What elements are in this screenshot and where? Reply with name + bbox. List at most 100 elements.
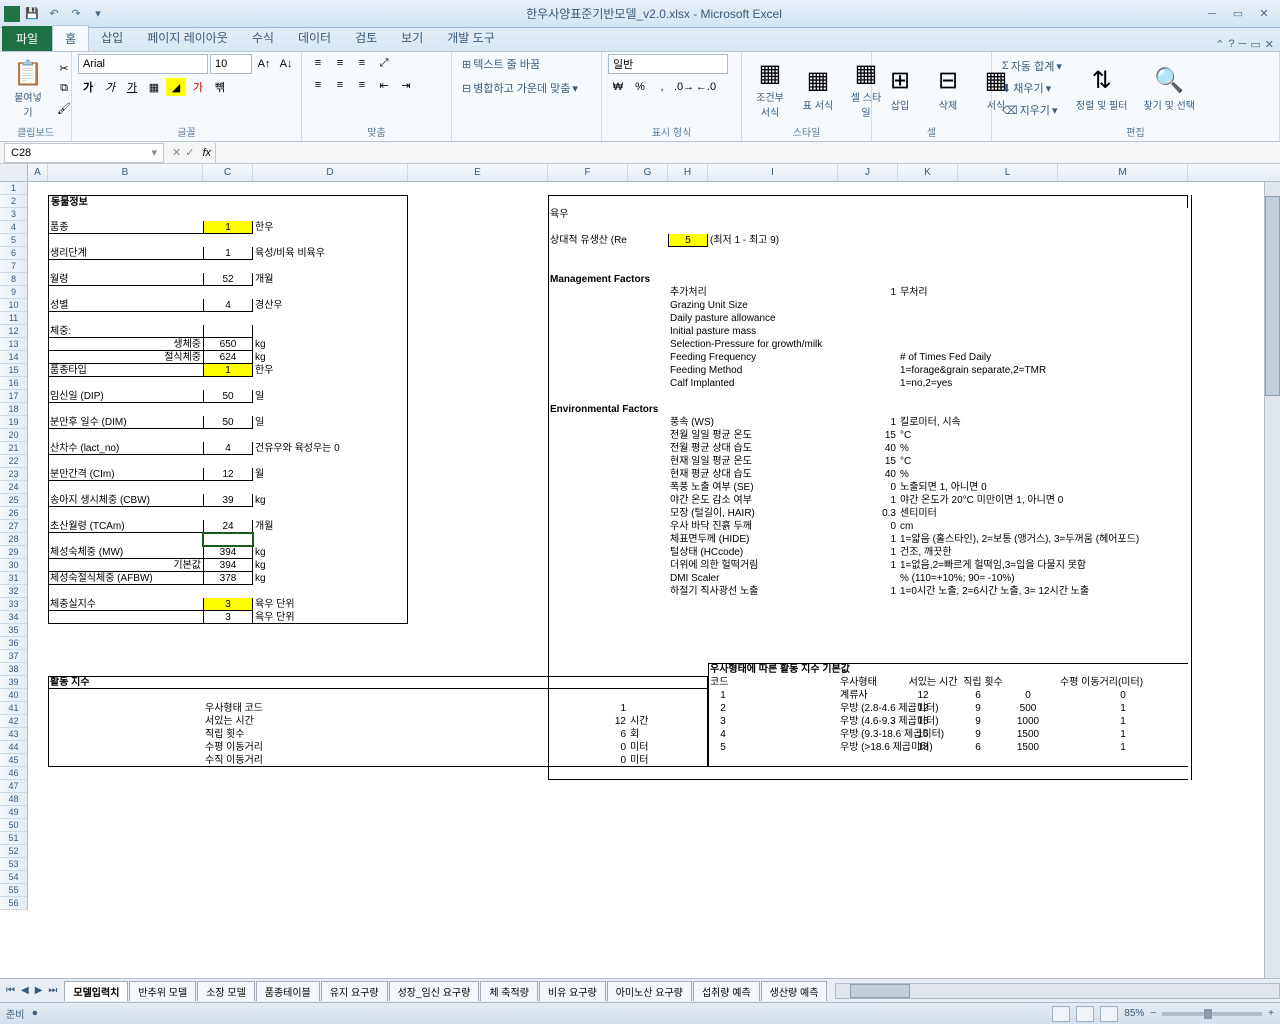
formula-bar[interactable] bbox=[215, 143, 1280, 163]
zoom-level[interactable]: 85% bbox=[1124, 1008, 1144, 1019]
cell-B22[interactable] bbox=[48, 455, 203, 468]
row-header-47[interactable]: 47 bbox=[0, 780, 27, 793]
cell-H43[interactable] bbox=[668, 728, 708, 741]
cell-B15[interactable]: 품종타입 bbox=[48, 364, 203, 377]
cell-F38[interactable] bbox=[548, 663, 628, 676]
cell-F19[interactable] bbox=[548, 416, 628, 429]
cell-D34[interactable]: 육우 단위 bbox=[253, 611, 408, 624]
autosum-button[interactable]: Σ 자동 합계 ▾ bbox=[998, 56, 1066, 76]
cell-C6[interactable]: 1 bbox=[203, 247, 253, 260]
cell-D20[interactable] bbox=[253, 429, 408, 442]
cell-C43[interactable]: 직립 횟수 bbox=[203, 728, 383, 741]
bold-button[interactable]: 가 bbox=[78, 78, 98, 96]
cell-B3[interactable] bbox=[48, 208, 203, 221]
cell-grid[interactable]: 동물정보품종1한우생리단계1육성/비육 비육우월령52개월성별4경산우체중:생체… bbox=[28, 182, 1280, 910]
help-icon[interactable]: ? bbox=[1228, 38, 1234, 51]
col-header-K[interactable]: K bbox=[898, 164, 958, 181]
cell-J27[interactable]: 0 bbox=[838, 520, 898, 533]
cell-H42[interactable] bbox=[668, 715, 708, 728]
dec-decimal-icon[interactable]: ←.0 bbox=[696, 78, 716, 96]
cell-H32[interactable]: 하절기 직사광선 노출 bbox=[668, 585, 848, 598]
currency-icon[interactable]: ₩ bbox=[608, 78, 628, 96]
active-cell[interactable] bbox=[203, 533, 253, 546]
col-header-B[interactable]: B bbox=[48, 164, 203, 181]
cell-G44[interactable]: 미터 bbox=[628, 741, 668, 754]
cell-B29[interactable]: 체성숙체중 (MW) bbox=[48, 546, 203, 559]
row-header-18[interactable]: 18 bbox=[0, 403, 27, 416]
cell-B8[interactable]: 월령 bbox=[48, 273, 203, 286]
row-header-6[interactable]: 6 bbox=[0, 247, 27, 260]
cell-B31[interactable]: 체성숙절식체중 (AFBW) bbox=[48, 572, 203, 585]
cell-H23[interactable]: 현재 평균 상대 습도 bbox=[668, 468, 848, 481]
cell-D32[interactable] bbox=[253, 585, 408, 598]
hscroll-thumb[interactable] bbox=[850, 984, 910, 998]
ribbon-tab-3[interactable]: 수식 bbox=[240, 25, 286, 51]
cell-D11[interactable] bbox=[253, 312, 408, 325]
cell-H5[interactable]: 5 bbox=[668, 234, 708, 247]
sheet-tab-2[interactable]: 소장 모델 bbox=[197, 981, 255, 1001]
row-header-30[interactable]: 30 bbox=[0, 559, 27, 572]
cell-K27[interactable]: cm bbox=[898, 520, 1178, 533]
doc-close-button[interactable]: ✕ bbox=[1265, 38, 1274, 51]
cell-J13[interactable] bbox=[838, 338, 898, 351]
cut-icon[interactable]: ✂ bbox=[54, 59, 74, 77]
inc-decimal-icon[interactable]: .0→ bbox=[674, 78, 694, 96]
fill-color-button[interactable]: ◢ bbox=[166, 78, 186, 96]
cell-C17[interactable]: 50 bbox=[203, 390, 253, 403]
cell-F29[interactable] bbox=[548, 546, 628, 559]
cell-L39[interactable]: 직립 횟수 bbox=[958, 676, 1008, 689]
row-header-33[interactable]: 33 bbox=[0, 598, 27, 611]
cell-K13[interactable] bbox=[898, 338, 1118, 351]
minimize-button[interactable]: ─ bbox=[1200, 5, 1224, 23]
cell-B14[interactable]: 절식체중 bbox=[48, 351, 203, 364]
cell-B43[interactable] bbox=[48, 728, 203, 741]
cell-D7[interactable] bbox=[253, 260, 408, 273]
cell-K41[interactable]: 12 bbox=[898, 702, 948, 715]
cell-K32[interactable]: 1=0시간 노출, 2=6시간 노출, 3= 12시간 노출 bbox=[898, 585, 1178, 598]
ribbon-tab-7[interactable]: 개발 도구 bbox=[435, 25, 507, 51]
row-header-16[interactable]: 16 bbox=[0, 377, 27, 390]
cell-J25[interactable]: 1 bbox=[838, 494, 898, 507]
col-header-A[interactable]: A bbox=[28, 164, 48, 181]
row-header-41[interactable]: 41 bbox=[0, 702, 27, 715]
cell-B23[interactable]: 분만간격 (CIm) bbox=[48, 468, 203, 481]
cell-B19[interactable]: 분만후 일수 (DIM) bbox=[48, 416, 203, 429]
cell-C34[interactable]: 3 bbox=[203, 611, 253, 624]
col-header-J[interactable]: J bbox=[838, 164, 898, 181]
cell-F12[interactable] bbox=[548, 325, 628, 338]
cell-C33[interactable]: 3 bbox=[203, 598, 253, 611]
row-header-52[interactable]: 52 bbox=[0, 845, 27, 858]
cell-F4[interactable] bbox=[548, 221, 628, 234]
cell-J9[interactable]: 1 bbox=[838, 286, 898, 299]
cell-B13[interactable]: 생체중 bbox=[48, 338, 203, 351]
row-header-26[interactable]: 26 bbox=[0, 507, 27, 520]
cell-C14[interactable]: 624 bbox=[203, 351, 253, 364]
horizontal-scrollbar[interactable] bbox=[835, 983, 1280, 999]
cell-D28[interactable] bbox=[253, 533, 408, 546]
cell-H25[interactable]: 야간 온도 감소 여부 bbox=[668, 494, 848, 507]
cell-F14[interactable] bbox=[548, 351, 628, 364]
cell-F25[interactable] bbox=[548, 494, 628, 507]
col-header-G[interactable]: G bbox=[628, 164, 668, 181]
cell-F40[interactable] bbox=[548, 689, 628, 702]
row-header-15[interactable]: 15 bbox=[0, 364, 27, 377]
align-left-icon[interactable]: ≡ bbox=[308, 76, 328, 94]
col-header-F[interactable]: F bbox=[548, 164, 628, 181]
doc-minimize-button[interactable]: ─ bbox=[1239, 38, 1247, 51]
cell-J24[interactable]: 0 bbox=[838, 481, 898, 494]
cell-H26[interactable]: 모장 (털길이, HAIR) bbox=[668, 507, 848, 520]
cell-F31[interactable] bbox=[548, 572, 628, 585]
cell-K11[interactable] bbox=[898, 312, 1118, 325]
cell-F21[interactable] bbox=[548, 442, 628, 455]
phonetic-button[interactable]: 뺶 bbox=[210, 78, 230, 96]
row-header-8[interactable]: 8 bbox=[0, 273, 27, 286]
cell-F13[interactable] bbox=[548, 338, 628, 351]
cell-H24[interactable]: 폭풍 노출 여부 (SE) bbox=[668, 481, 848, 494]
row-header-51[interactable]: 51 bbox=[0, 832, 27, 845]
cell-F15[interactable] bbox=[548, 364, 628, 377]
fx-icon[interactable]: fx bbox=[202, 147, 211, 159]
zoom-out-button[interactable]: − bbox=[1150, 1008, 1156, 1019]
cell-H21[interactable]: 전월 평균 상대 습도 bbox=[668, 442, 848, 455]
cell-B20[interactable] bbox=[48, 429, 203, 442]
col-header-I[interactable]: I bbox=[708, 164, 838, 181]
